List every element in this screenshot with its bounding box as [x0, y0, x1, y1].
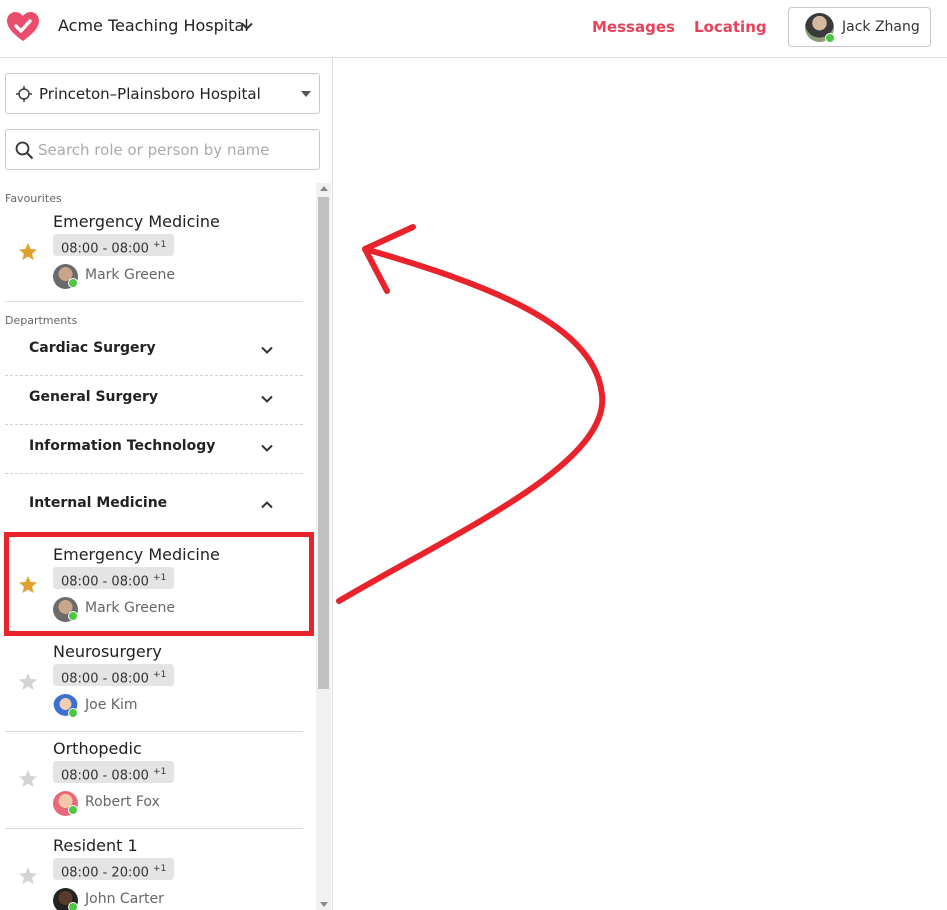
shift-badge: 08:00 - 20:00 +1: [53, 858, 175, 880]
search-icon: [15, 141, 34, 160]
star-outline-icon[interactable]: [18, 866, 38, 886]
role-name: Neurosurgery: [53, 642, 162, 661]
annotation-highlight-box: [4, 532, 314, 636]
user-name: Jack Zhang: [842, 19, 920, 35]
user-menu-button[interactable]: Jack Zhang: [788, 7, 931, 47]
star-outline-icon[interactable]: [18, 769, 38, 789]
heart-check-logo-icon[interactable]: [6, 10, 40, 44]
department-name: Internal Medicine: [29, 495, 168, 511]
divider: [5, 473, 303, 474]
star-filled-icon[interactable]: [18, 242, 38, 262]
caret-down-icon: [301, 91, 311, 97]
online-status-icon: [825, 33, 835, 43]
chevron-down-icon[interactable]: [240, 19, 254, 33]
role-item-orthopedic[interactable]: Orthopedic 08:00 - 08:00 +1 Robert Fox: [5, 739, 303, 819]
role-name: Orthopedic: [53, 739, 142, 758]
online-status-icon: [68, 805, 78, 815]
hospital-title[interactable]: Acme Teaching Hospital: [58, 16, 249, 35]
department-name: General Surgery: [29, 389, 158, 405]
scrollbar[interactable]: [316, 183, 331, 910]
annotation-arrow-icon: [336, 224, 606, 604]
nav-locating-link[interactable]: Locating: [694, 18, 767, 36]
chevron-down-icon: [261, 346, 273, 354]
scroll-up-arrow-icon[interactable]: [320, 186, 328, 191]
person-name[interactable]: John Carter: [85, 891, 164, 907]
online-status-icon: [68, 278, 78, 288]
department-cardiac-surgery[interactable]: Cardiac Surgery: [5, 326, 303, 374]
person-name[interactable]: Robert Fox: [85, 794, 160, 810]
search-input[interactable]: [38, 138, 308, 162]
location-select-value: Princeton–Plainsboro Hospital: [39, 85, 261, 103]
divider: [5, 828, 303, 829]
role-item-resident-1[interactable]: Resident 1 08:00 - 20:00 +1 John Carter: [5, 836, 303, 910]
person-name[interactable]: Joe Kim: [85, 697, 137, 713]
department-internal-medicine[interactable]: Internal Medicine: [5, 481, 303, 529]
top-bar: Acme Teaching Hospital Messages Locating…: [0, 0, 947, 58]
shift-badge: 08:00 - 08:00 +1: [53, 664, 175, 686]
chevron-down-icon: [261, 444, 273, 452]
department-name: Information Technology: [29, 438, 216, 454]
chevron-down-icon: [261, 395, 273, 403]
crosshair-icon: [16, 86, 32, 102]
scroll-down-arrow-icon[interactable]: [320, 902, 328, 907]
search-box: [5, 129, 320, 170]
role-name: Emergency Medicine: [53, 212, 220, 231]
favourite-role-item[interactable]: Emergency Medicine 08:00 - 08:00 +1 Mark…: [5, 212, 303, 292]
role-name: Resident 1: [53, 836, 138, 855]
star-outline-icon[interactable]: [18, 672, 38, 692]
location-select[interactable]: Princeton–Plainsboro Hospital: [5, 73, 320, 114]
favourites-label: Favourites: [5, 192, 62, 205]
department-general-surgery[interactable]: General Surgery: [5, 375, 303, 423]
person-name[interactable]: Mark Greene: [85, 267, 175, 283]
divider: [5, 301, 303, 302]
online-status-icon: [68, 708, 78, 718]
shift-badge: 08:00 - 08:00 +1: [53, 761, 175, 783]
sidebar: Princeton–Plainsboro Hospital Favourites…: [0, 58, 333, 910]
shift-badge: 08:00 - 08:00 +1: [53, 234, 175, 256]
role-item-neurosurgery[interactable]: Neurosurgery 08:00 - 08:00 +1 Joe Kim: [5, 642, 303, 722]
nav-messages-link[interactable]: Messages: [592, 18, 675, 36]
department-information-technology[interactable]: Information Technology: [5, 424, 303, 472]
chevron-up-icon: [261, 501, 273, 509]
online-status-icon: [68, 902, 78, 910]
divider: [5, 731, 303, 732]
scroll-thumb[interactable]: [318, 197, 329, 689]
department-name: Cardiac Surgery: [29, 340, 156, 356]
